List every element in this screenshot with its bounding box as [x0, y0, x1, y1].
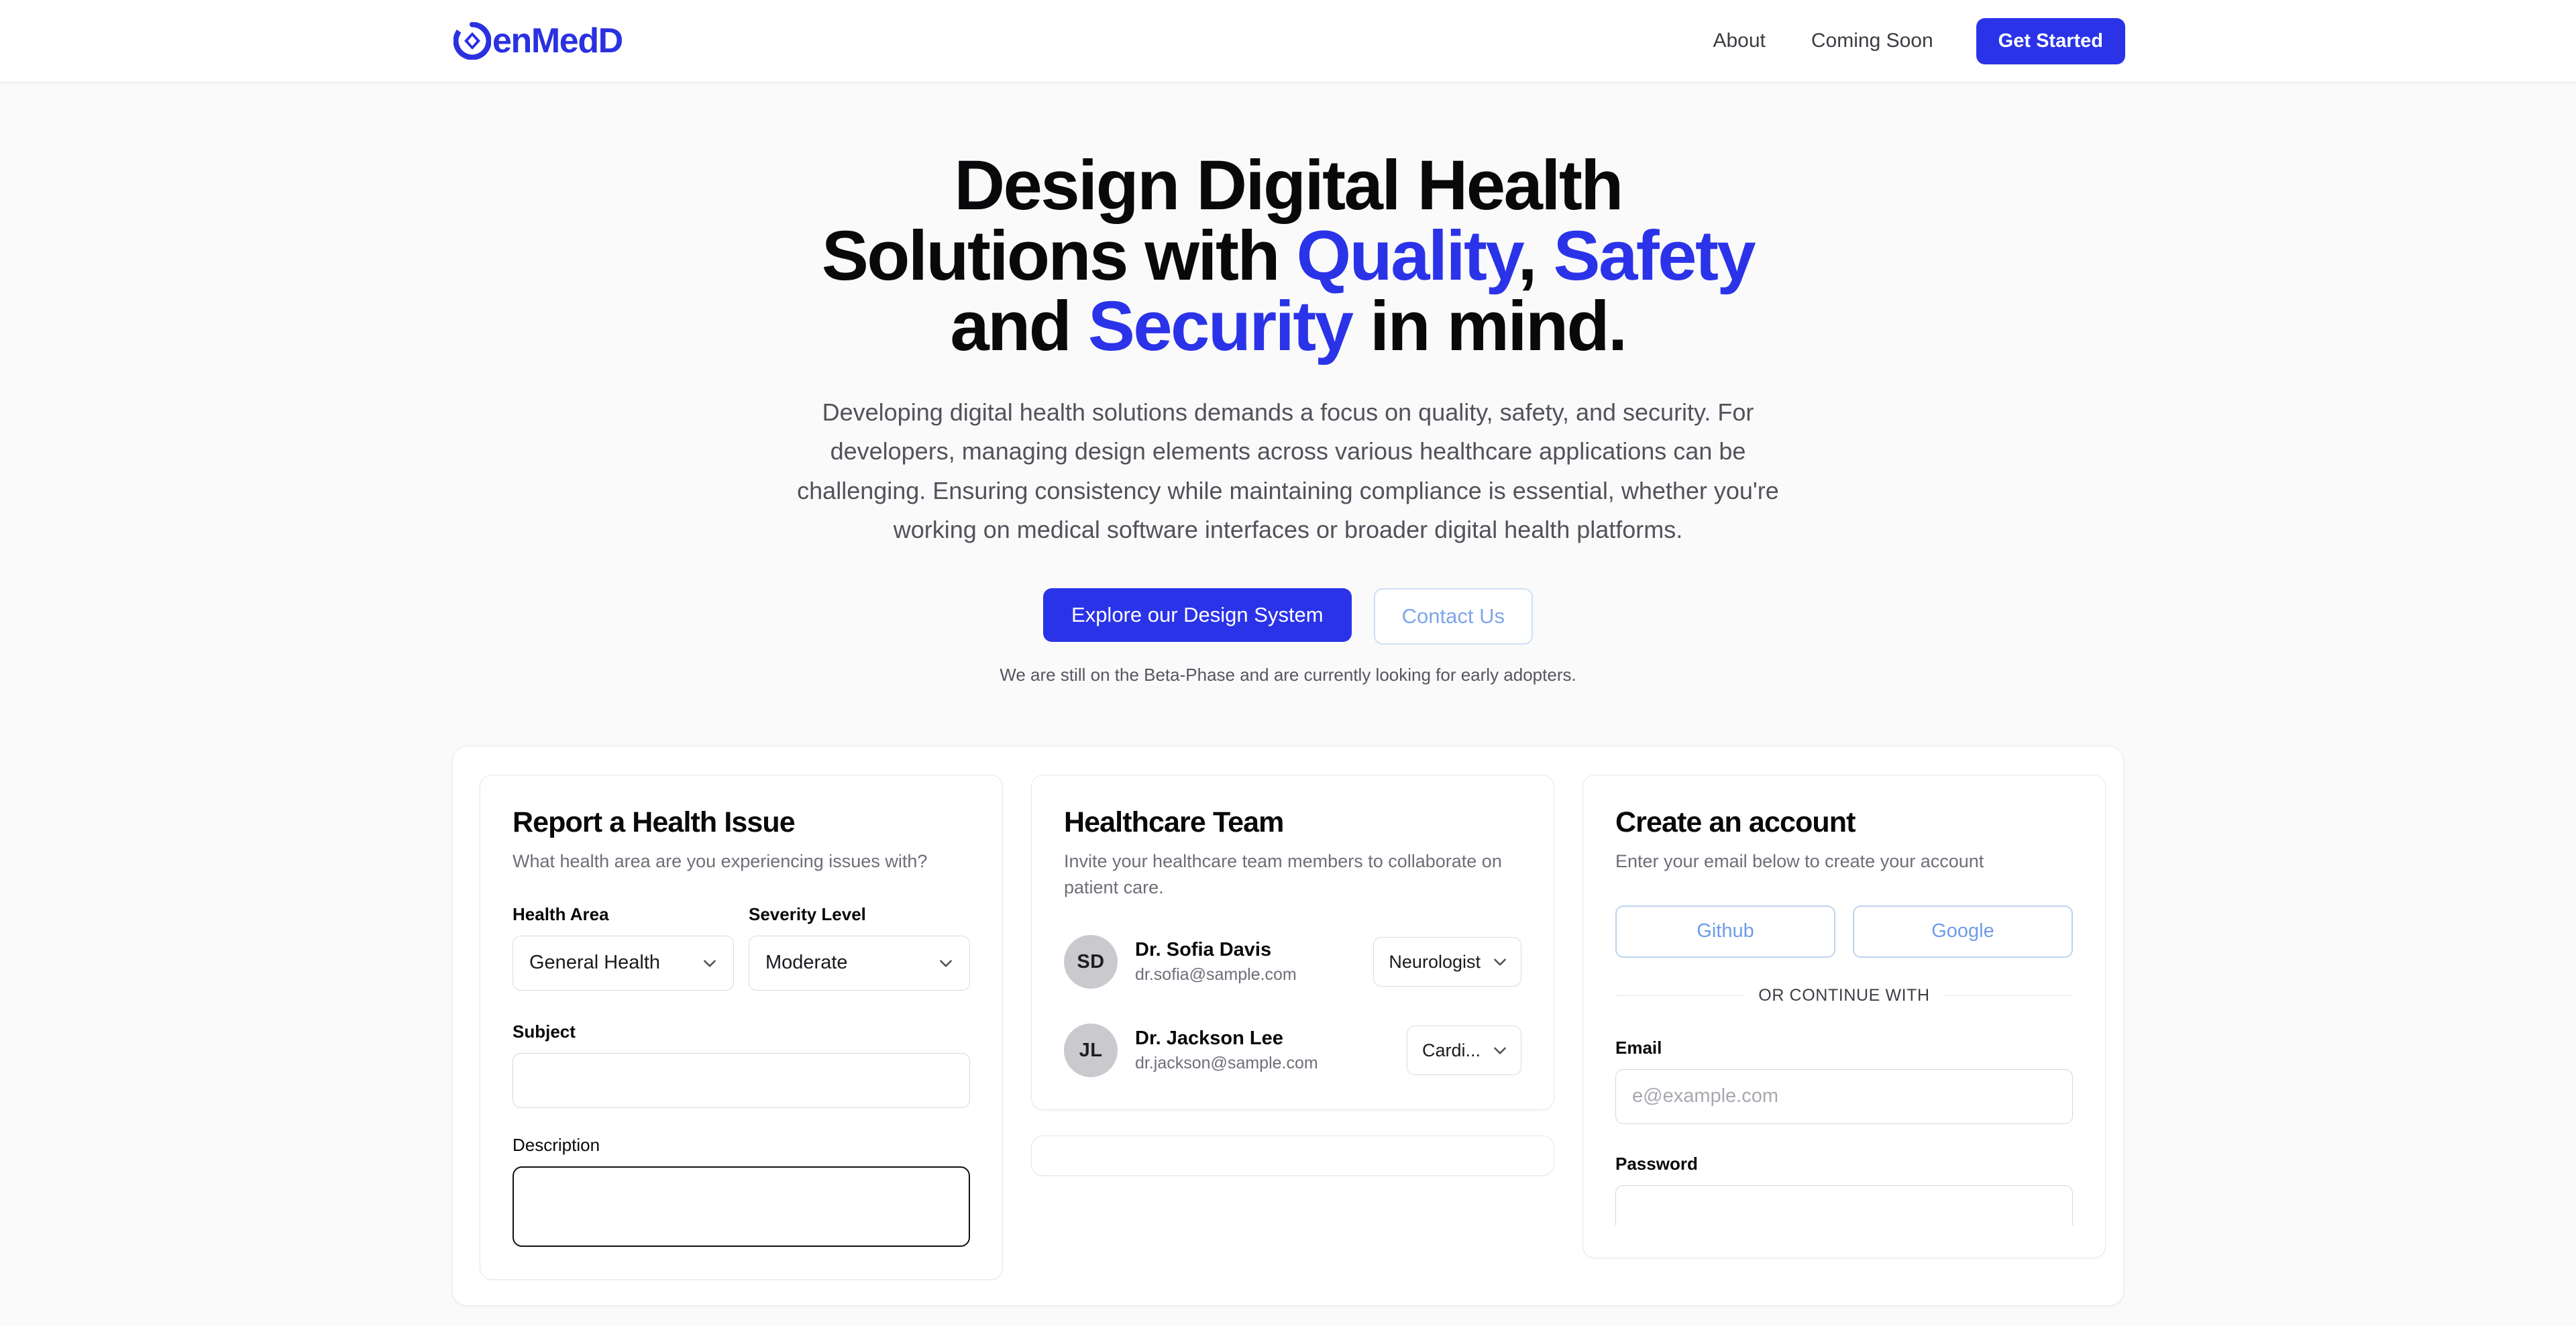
showcase-column-left: Report a Health Issue What health area a… [480, 775, 1003, 1305]
team-card-description: Invite your healthcare team members to c… [1064, 850, 1502, 897]
chevron-down-icon [704, 960, 716, 967]
divider-line-left [1615, 995, 1744, 996]
health-area-select[interactable]: General Health [513, 935, 734, 991]
divider-line-right [1944, 995, 2074, 996]
email-label: Email [1615, 1037, 1662, 1058]
chevron-down-icon [1494, 1047, 1506, 1055]
hero-title-line-1: Design Digital Health [954, 146, 1623, 225]
subject-field: Subject [513, 1021, 970, 1108]
hero-highlight-safety: Safety [1553, 217, 1756, 295]
nav-item-coming-soon[interactable]: Coming Soon [1788, 20, 1956, 62]
severity-level-selected-value: Moderate [765, 952, 848, 974]
team-member-meta: Dr. Jackson Lee dr.jackson@sample.com [1135, 1026, 1389, 1074]
team-member-role-value: Cardi... [1421, 1040, 1481, 1060]
hero-title-line-3-prefix: and [950, 287, 1088, 366]
team-member-role-value: Neurologist [1389, 951, 1481, 972]
description-textarea[interactable] [513, 1166, 970, 1247]
team-member-row: JL Dr. Jackson Lee dr.jackson@sample.com… [1064, 1024, 1521, 1078]
hero-title-line-2-prefix: Solutions with [821, 217, 1297, 295]
severity-level-select[interactable]: Moderate [749, 935, 970, 991]
showcase-column-right: Create an account Enter your email below… [1582, 775, 2106, 1283]
team-member-name: Dr. Jackson Lee [1135, 1028, 1283, 1050]
hero-title-line-3-suffix: in mind. [1352, 287, 1627, 366]
oauth-buttons-row: Github Google [1615, 905, 2073, 958]
chevron-down-icon [940, 960, 952, 967]
nav-item-about[interactable]: About [1690, 20, 1788, 62]
hero-paragraph: Developing digital health solutions dema… [797, 398, 1779, 543]
description-field: Description [513, 1135, 970, 1247]
password-label: Password [1615, 1153, 1698, 1174]
component-showcase-panel: Report a Health Issue What health area a… [452, 746, 2124, 1306]
email-field: Email [1615, 1038, 2073, 1124]
google-signin-button[interactable]: Google [1853, 905, 2073, 958]
team-member-email: dr.jackson@sample.com [1135, 1053, 1318, 1072]
next-card-placeholder [1031, 1136, 1554, 1176]
report-card-title: Report a Health Issue [513, 806, 796, 839]
explore-design-system-button[interactable]: Explore our Design System [1043, 588, 1352, 643]
account-card-description: Enter your email below to create your ac… [1615, 850, 1984, 871]
hero-section: Design Digital Health Solutions with Qua… [0, 83, 2576, 685]
team-member-meta: Dr. Sofia Davis dr.sofia@sample.com [1135, 938, 1356, 986]
chevron-down-icon [1494, 958, 1506, 966]
description-label: Description [513, 1134, 600, 1155]
team-member-row: SD Dr. Sofia Davis dr.sofia@sample.com N… [1064, 935, 1521, 989]
team-member-name: Dr. Sofia Davis [1135, 939, 1272, 961]
brand-name: enMedD [492, 21, 623, 60]
report-card-selects-row: Health Area General Health Severity Leve… [513, 904, 970, 991]
contact-us-button[interactable]: Contact Us [1373, 588, 1533, 645]
gem-circle-logo-icon [453, 21, 492, 60]
hero-action-buttons: Explore our Design System Contact Us [0, 587, 2576, 645]
primary-navigation: About Coming Soon Get Started [1690, 17, 2125, 64]
team-member-role-select[interactable]: Cardi... [1406, 1026, 1521, 1076]
account-card-title: Create an account [1615, 806, 1856, 839]
report-health-issue-card: Report a Health Issue What health area a… [480, 775, 1003, 1280]
create-account-card: Create an account Enter your email below… [1582, 775, 2106, 1258]
severity-level-label: Severity Level [749, 903, 866, 924]
health-area-field: Health Area General Health [513, 904, 734, 991]
showcase-wrapper: Report a Health Issue What health area a… [0, 746, 2576, 1306]
beta-phase-note: We are still on the Beta-Phase and are c… [1000, 665, 1576, 685]
severity-level-field: Severity Level Moderate [749, 904, 970, 991]
or-continue-divider: OR CONTINUE WITH [1615, 985, 2074, 1005]
password-field: Password [1615, 1154, 2073, 1225]
showcase-column-middle: Healthcare Team Invite your healthcare t… [1031, 775, 1554, 1176]
brand-logo-link[interactable]: enMedD [453, 21, 623, 60]
site-header: enMedD About Coming Soon Get Started [0, 0, 2576, 83]
report-card-description: What health area are you experiencing is… [513, 850, 928, 871]
github-signin-button[interactable]: Github [1615, 905, 1835, 958]
email-input[interactable] [1615, 1068, 2073, 1124]
hero-highlight-quality: Quality [1296, 217, 1519, 295]
health-area-label: Health Area [513, 903, 609, 924]
avatar: SD [1064, 935, 1118, 989]
team-card-title: Healthcare Team [1064, 806, 1284, 839]
subject-label: Subject [513, 1021, 576, 1042]
get-started-button[interactable]: Get Started [1976, 17, 2125, 64]
hero-highlight-security: Security [1087, 287, 1354, 366]
page-title: Design Digital Health Solutions with Qua… [718, 150, 1858, 362]
healthcare-team-card: Healthcare Team Invite your healthcare t… [1031, 775, 1554, 1111]
subject-input[interactable] [513, 1052, 970, 1108]
team-member-role-select[interactable]: Neurologist [1373, 937, 1521, 987]
avatar: JL [1064, 1024, 1118, 1078]
health-area-selected-value: General Health [529, 952, 661, 974]
team-member-email: dr.sofia@sample.com [1135, 964, 1297, 984]
password-input[interactable] [1615, 1184, 2073, 1225]
divider-label: OR CONTINUE WITH [1758, 985, 1930, 1005]
hero-title-comma: , [1517, 217, 1554, 295]
